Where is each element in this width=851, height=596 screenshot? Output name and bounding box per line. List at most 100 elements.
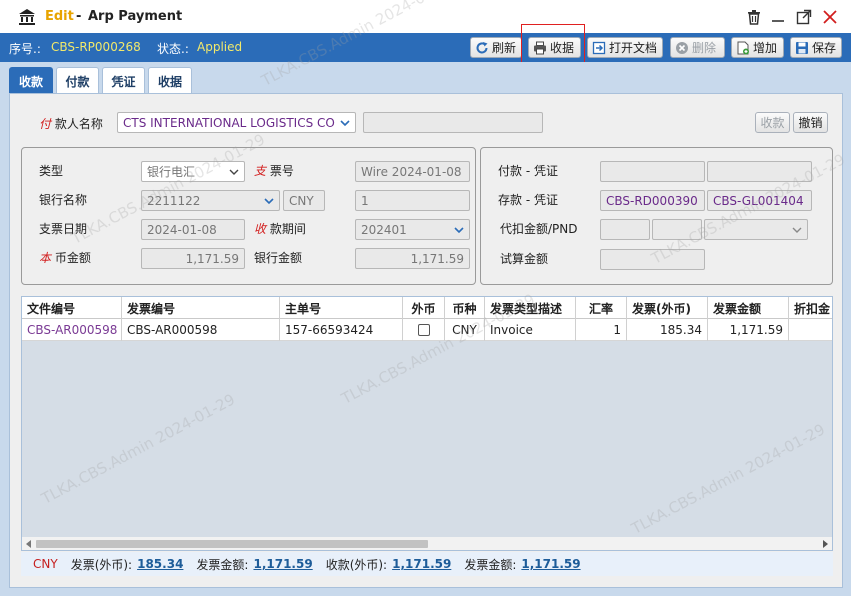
deposit-voucher-link-2[interactable]: CBS-GL001404 bbox=[707, 190, 812, 211]
row-foreign-checkbox[interactable] bbox=[417, 324, 430, 336]
row-master-no: 157-66593424 bbox=[280, 319, 403, 341]
period-mark: 收 bbox=[254, 222, 267, 236]
scroll-left-icon[interactable] bbox=[25, 540, 33, 548]
add-document-icon bbox=[737, 41, 749, 54]
window-title: Arp Payment bbox=[88, 9, 183, 24]
row-invoice-no: CBS-AR000598 bbox=[122, 319, 280, 341]
currency-field[interactable]: CNY bbox=[283, 190, 325, 211]
type-label: 类型 bbox=[39, 164, 64, 178]
chevron-down-icon bbox=[454, 227, 464, 234]
status-label: 状态.: bbox=[157, 42, 189, 56]
ticket-no-mark: 支 bbox=[254, 164, 267, 178]
row-rate: 1 bbox=[576, 319, 627, 341]
exchange-rate-field[interactable]: 1 bbox=[355, 190, 470, 211]
receive-button[interactable]: 收款 bbox=[755, 112, 790, 133]
footer-currency: CNY bbox=[33, 557, 58, 571]
refresh-button[interactable]: 刷新 bbox=[470, 37, 522, 58]
totals-footer: CNY 发票(外币): 185.34 发票金额: 1,171.59 收款(外币)… bbox=[21, 552, 833, 576]
withhold-type-select[interactable] bbox=[704, 219, 808, 240]
footer-inv-foreign-value[interactable]: 185.34 bbox=[137, 557, 183, 571]
col-invoice-foreign[interactable]: 发票(外币) bbox=[627, 297, 708, 319]
bank-name-label: 银行名称 bbox=[39, 193, 88, 207]
refresh-label: 刷新 bbox=[492, 41, 517, 55]
bank-amount-field[interactable]: 1,171.59 bbox=[355, 248, 470, 269]
chevron-down-icon bbox=[339, 117, 351, 129]
col-rate[interactable]: 汇率 bbox=[576, 297, 627, 319]
open-document-icon bbox=[592, 41, 606, 54]
period-select[interactable]: 202401 bbox=[355, 219, 470, 240]
period-value: 202401 bbox=[361, 222, 407, 237]
serial-label: 序号.: bbox=[9, 42, 41, 56]
col-foreign[interactable]: 外币 bbox=[403, 297, 445, 319]
cancel-button[interactable]: 撤销 bbox=[793, 112, 828, 133]
footer-inv-amount2-value[interactable]: 1,171.59 bbox=[521, 557, 580, 571]
title-separator: - bbox=[76, 9, 82, 24]
chevron-down-icon bbox=[229, 169, 239, 175]
ticket-no-text: 票号 bbox=[269, 164, 294, 178]
delete-button[interactable]: 删除 bbox=[670, 37, 725, 58]
type-select[interactable]: 银行电汇 bbox=[141, 161, 245, 182]
row-foreign-cell bbox=[403, 319, 445, 341]
col-invoice-amount[interactable]: 发票金额 bbox=[708, 297, 789, 319]
footer-inv-amount-label: 发票金额: bbox=[196, 557, 249, 572]
bank-icon bbox=[19, 9, 35, 25]
minimize-icon[interactable] bbox=[769, 8, 787, 26]
tab-payment[interactable]: 付款 bbox=[56, 67, 99, 94]
row-doc-no[interactable]: CBS-AR000598 bbox=[22, 319, 122, 341]
table-row[interactable]: CBS-AR000598 CBS-AR000598 157-66593424 C… bbox=[22, 319, 832, 341]
invoice-grid: 文件编号 发票编号 主单号 外币 币种 发票类型描述 汇率 发票(外币) 发票金… bbox=[21, 296, 833, 551]
pay-voucher-field-2[interactable] bbox=[707, 161, 812, 182]
col-invoice-no[interactable]: 发票编号 bbox=[122, 297, 280, 319]
local-amount-field[interactable]: 1,171.59 bbox=[141, 248, 245, 269]
type-value: 银行电汇 bbox=[147, 165, 196, 179]
trash-icon[interactable] bbox=[745, 8, 763, 26]
tab-receive[interactable]: 收款 bbox=[9, 67, 53, 94]
payer-name-select[interactable]: CTS INTERNATIONAL LOGISTICS CO bbox=[117, 112, 356, 133]
bank-name-value: 2211122 bbox=[147, 193, 201, 208]
deposit-voucher-link-1[interactable]: CBS-RD000390 bbox=[600, 190, 705, 211]
chevron-down-icon bbox=[264, 198, 274, 205]
close-icon[interactable] bbox=[821, 8, 839, 26]
add-button[interactable]: 增加 bbox=[731, 37, 784, 58]
trial-amount-label: 试算金额 bbox=[500, 252, 549, 266]
col-doc-no[interactable]: 文件编号 bbox=[22, 297, 122, 319]
footer-recv-foreign-value[interactable]: 1,171.59 bbox=[392, 557, 451, 571]
bank-name-select[interactable]: 2211122 bbox=[141, 190, 280, 211]
scrollbar-thumb[interactable] bbox=[36, 540, 428, 548]
ticket-no-field[interactable]: Wire 2024-01-08 bbox=[355, 161, 470, 182]
pay-voucher-field-1[interactable] bbox=[600, 161, 705, 182]
save-button[interactable]: 保存 bbox=[790, 37, 842, 58]
bank-amount-label: 银行金额 bbox=[254, 251, 303, 265]
col-currency[interactable]: 币种 bbox=[445, 297, 485, 319]
printer-icon bbox=[534, 41, 546, 54]
payer-label-text: 款人名称 bbox=[54, 117, 103, 131]
ticket-no-label: 支 票号 bbox=[254, 162, 294, 179]
col-discount[interactable]: 折扣金 bbox=[789, 297, 832, 319]
print-receipt-label: 收据 bbox=[550, 41, 575, 55]
check-date-field[interactable]: 2024-01-08 bbox=[141, 219, 245, 240]
footer-inv-foreign-label: 发票(外币): bbox=[70, 557, 133, 572]
row-invoice-amount: 1,171.59 bbox=[708, 319, 789, 341]
grid-header: 文件编号 发票编号 主单号 外币 币种 发票类型描述 汇率 发票(外币) 发票金… bbox=[22, 297, 832, 319]
tab-receipt[interactable]: 收据 bbox=[148, 67, 192, 94]
col-invoice-type[interactable]: 发票类型描述 bbox=[485, 297, 576, 319]
save-icon bbox=[796, 41, 808, 54]
col-master-no[interactable]: 主单号 bbox=[280, 297, 403, 319]
trial-amount-field[interactable] bbox=[600, 249, 705, 270]
withhold-amount-field[interactable] bbox=[600, 219, 650, 240]
footer-inv-amount-value[interactable]: 1,171.59 bbox=[253, 557, 312, 571]
window-titlebar: Edit - Arp Payment bbox=[0, 0, 851, 33]
delete-label: 删除 bbox=[692, 41, 717, 55]
horizontal-scrollbar[interactable] bbox=[22, 537, 832, 550]
payer-extra-field[interactable] bbox=[363, 112, 543, 133]
add-label: 增加 bbox=[753, 41, 778, 55]
payer-name-value: CTS INTERNATIONAL LOGISTICS CO bbox=[123, 115, 335, 130]
print-receipt-button[interactable]: 收据 bbox=[528, 37, 581, 58]
period-label: 收 款期间 bbox=[254, 220, 306, 237]
withhold-pnd-field[interactable] bbox=[652, 219, 702, 240]
open-document-button[interactable]: 打开文档 bbox=[587, 37, 663, 58]
tab-voucher[interactable]: 凭证 bbox=[102, 67, 145, 94]
scroll-right-icon[interactable] bbox=[821, 540, 829, 548]
maximize-icon[interactable] bbox=[795, 8, 813, 26]
row-invoice-type: Invoice bbox=[485, 319, 576, 341]
